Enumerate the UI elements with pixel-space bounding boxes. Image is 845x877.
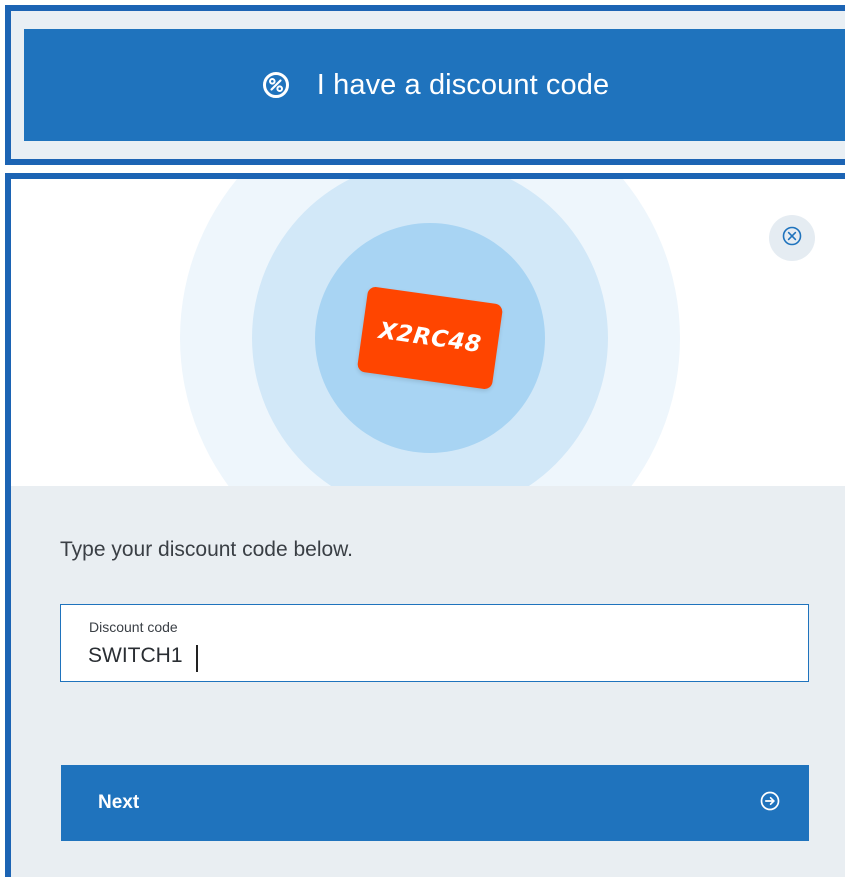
discount-code-panel: X2RC48 Type your discount code below. Di… bbox=[5, 173, 845, 877]
next-button[interactable]: Next bbox=[61, 765, 809, 841]
percent-badge-icon bbox=[261, 70, 291, 100]
discount-form: Type your discount code below. Discount … bbox=[11, 486, 845, 877]
discount-code-input[interactable] bbox=[88, 641, 778, 671]
arrow-right-circle-icon bbox=[759, 790, 781, 817]
close-circle-icon bbox=[781, 225, 803, 252]
discount-code-toggle-label: I have a discount code bbox=[316, 68, 610, 101]
discount-code-toggle-button[interactable]: I have a discount code bbox=[24, 29, 845, 141]
sample-code-text: X2RC48 bbox=[377, 317, 483, 359]
discount-toggle-panel: I have a discount code bbox=[5, 5, 845, 165]
instruction-text: Type your discount code below. bbox=[60, 538, 354, 561]
next-button-label: Next bbox=[98, 792, 140, 813]
discount-code-label: Discount code bbox=[89, 619, 178, 635]
hero-illustration: X2RC48 bbox=[11, 179, 845, 486]
close-button[interactable] bbox=[769, 215, 815, 261]
text-caret bbox=[196, 645, 198, 672]
discount-code-field[interactable]: Discount code bbox=[60, 604, 809, 682]
